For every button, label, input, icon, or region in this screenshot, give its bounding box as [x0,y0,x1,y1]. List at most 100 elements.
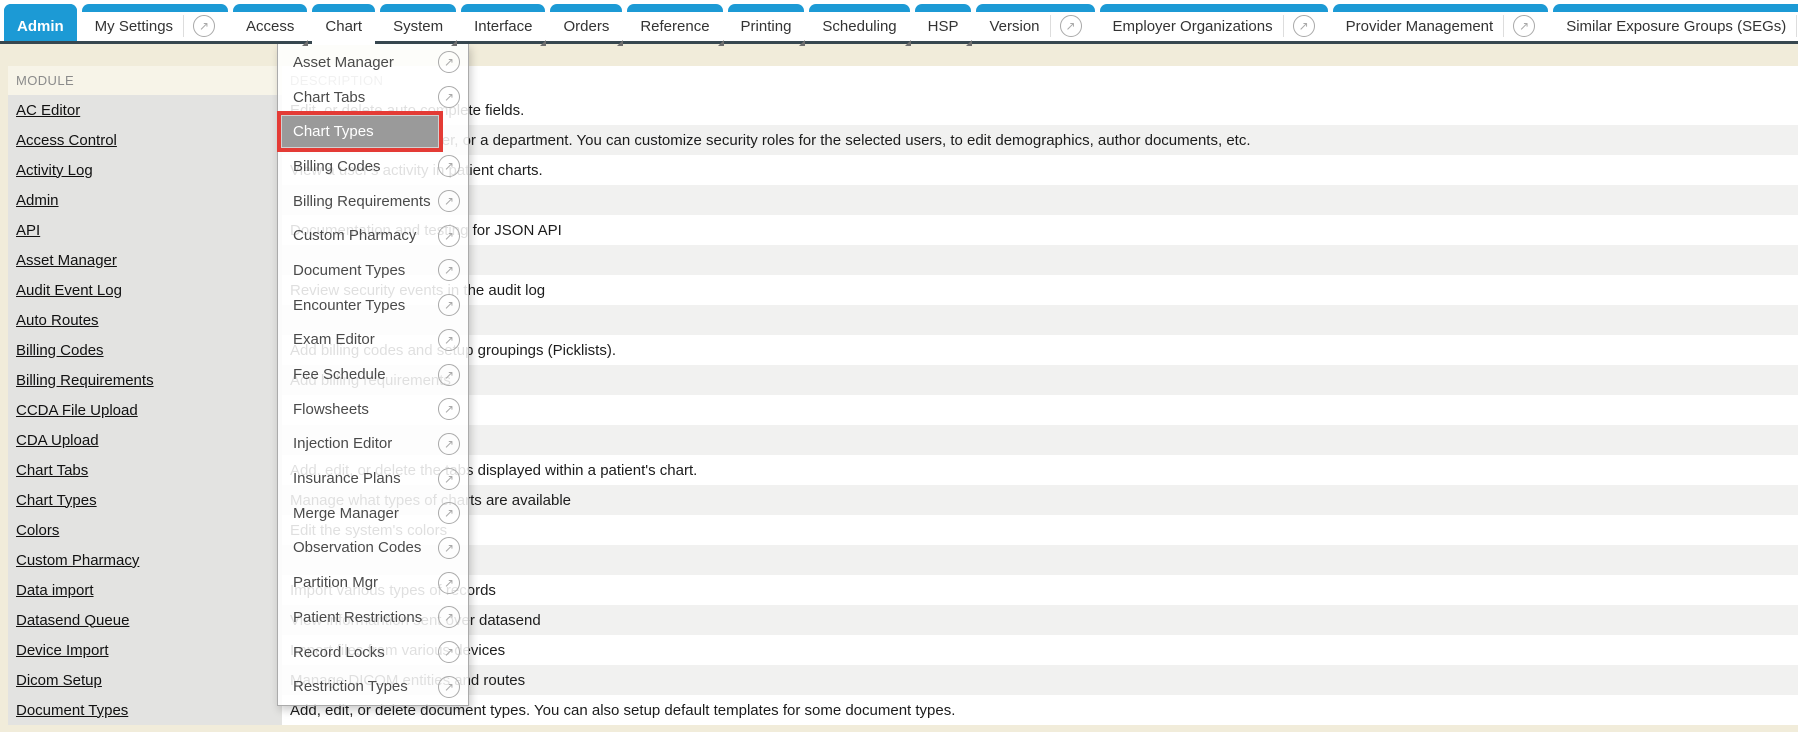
module-link-activity-log[interactable]: Activity Log [16,162,93,179]
module-link-datasend-queue[interactable]: Datasend Queue [16,612,129,629]
arrow-up-right-circle-icon[interactable]: ↗ [438,329,460,351]
module-link-ac-editor[interactable]: AC Editor [16,102,80,119]
arrow-up-right-circle-icon[interactable]: ↗ [438,641,460,663]
module-link-data-import[interactable]: Data import [16,582,94,599]
tab-label: Chart [325,18,362,35]
module-link-chart-types[interactable]: Chart Types [16,492,97,509]
arrow-up-right-circle-icon[interactable]: ↗ [1293,15,1315,37]
menu-item-custom-pharmacy[interactable]: Custom Pharmacy ↗ [278,218,468,253]
module-description: Add billing requirements [282,365,1798,395]
module-link-api[interactable]: API [16,222,40,239]
arrow-up-right-circle-icon[interactable]: ↗ [438,51,460,73]
module-description: View a user's activity in patient charts… [282,155,1798,185]
tab-icon-separator: ↗ [1503,15,1535,37]
arrow-up-right-circle-icon[interactable]: ↗ [438,433,460,455]
menu-item-label: Document Types [293,262,405,279]
tab-provider-management[interactable]: Provider Management ↗ [1333,4,1549,41]
arrow-up-right-circle-icon[interactable]: ↗ [438,86,460,108]
menu-item-chart-types[interactable]: Chart Types↗ [278,114,468,149]
module-link-billing-requirements[interactable]: Billing Requirements [16,372,154,389]
menu-item-exam-editor[interactable]: Exam Editor↗ [278,323,468,358]
menu-item-billing-codes[interactable]: Billing Codes↗ [278,149,468,184]
menu-item-observation-codes[interactable]: Observation Codes↗ [278,531,468,566]
module-link-billing-codes[interactable]: Billing Codes [16,342,104,359]
menu-item-label: Billing Requirements [293,193,431,210]
tab-scheduling[interactable]: Scheduling [809,4,909,41]
dropdown-notch-icon [451,40,457,46]
tab-access[interactable]: Access [233,4,307,41]
tab-admin[interactable]: Admin [4,4,77,41]
menu-item-partition-mgr[interactable]: Partition Mgr↗ [278,565,468,600]
menu-item-flowsheets[interactable]: Flowsheets↗ [278,392,468,427]
arrow-up-right-circle-icon[interactable]: ↗ [438,364,460,386]
module-link-admin[interactable]: Admin [16,192,59,209]
menu-item-label: Fee Schedule [293,366,386,383]
arrow-up-right-circle-icon[interactable]: ↗ [193,15,215,37]
menu-item-encounter-types[interactable]: Encounter Types↗ [278,288,468,323]
module-link-document-types[interactable]: Document Types [16,702,128,719]
arrow-up-right-circle-icon[interactable]: ↗ [438,155,460,177]
tab-printing[interactable]: Printing [728,4,805,41]
tab-hsp[interactable]: HSP [915,4,972,41]
tab-reference[interactable]: Reference [627,4,722,41]
dropdown-notch-icon [617,40,623,46]
tab-chart[interactable]: Chart [312,4,375,41]
module-link-cda-upload[interactable]: CDA Upload [16,432,99,449]
arrow-up-right-circle-icon[interactable]: ↗ [1513,15,1535,37]
tab-my-settings[interactable]: My Settings↗ [82,4,228,41]
arrow-up-right-circle-icon[interactable]: ↗ [438,259,460,281]
module-cell: Billing Requirements [8,365,282,395]
module-link-custom-pharmacy[interactable]: Custom Pharmacy [16,552,139,569]
module-link-ccda-file-upload[interactable]: CCDA File Upload [16,402,138,419]
arrow-up-right-circle-icon[interactable]: ↗ [438,190,460,212]
module-link-auto-routes[interactable]: Auto Routes [16,312,99,329]
tab-label: Access [246,18,294,35]
menu-item-chart-tabs[interactable]: Chart Tabs↗ [278,80,468,115]
tab-label: Version [989,18,1039,35]
module-cell: Data import [8,575,282,605]
arrow-up-right-circle-icon[interactable]: ↗ [438,468,460,490]
menu-item-fee-schedule[interactable]: Fee Schedule ↗ [278,357,468,392]
tab-icon-separator: ↗ [1283,15,1315,37]
module-link-colors[interactable]: Colors [16,522,59,539]
module-description: Select security for a user, or a departm… [282,125,1798,155]
menu-item-record-locks[interactable]: Record Locks↗ [278,635,468,670]
menu-item-label: Custom Pharmacy [293,227,416,244]
module-cell: AC Editor [8,95,282,125]
menu-item-document-types[interactable]: Document Types ↗ [278,253,468,288]
arrow-up-right-circle-icon[interactable]: ↗ [438,294,460,316]
menu-item-patient-restrictions[interactable]: Patient Restrictions↗ [278,600,468,635]
arrow-up-right-circle-icon[interactable]: ↗ [438,676,460,698]
module-link-chart-tabs[interactable]: Chart Tabs [16,462,88,479]
arrow-up-right-circle-icon[interactable]: ↗ [1060,15,1082,37]
module-link-device-import[interactable]: Device Import [16,642,109,659]
menu-item-asset-manager[interactable]: Asset Manager↗ [278,45,468,80]
menu-item-injection-editor[interactable]: Injection Editor↗ [278,427,468,462]
menu-item-restriction-types[interactable]: Restriction Types↗ [278,669,468,704]
arrow-up-right-circle-icon[interactable]: ↗ [438,572,460,594]
module-cell: Custom Pharmacy [8,545,282,575]
tab-system[interactable]: System [380,4,456,41]
tab-interface[interactable]: Interface [461,4,545,41]
module-cell: Asset Manager [8,245,282,275]
arrow-up-right-circle-icon[interactable]: ↗ [438,398,460,420]
module-link-dicom-setup[interactable]: Dicom Setup [16,672,102,689]
tab-version[interactable]: Version ↗ [976,4,1094,41]
arrow-up-right-circle-icon[interactable]: ↗ [438,225,460,247]
arrow-up-right-circle-icon[interactable]: ↗ [438,537,460,559]
arrow-up-right-circle-icon[interactable]: ↗ [438,502,460,524]
module-link-asset-manager[interactable]: Asset Manager [16,252,117,269]
tab-label: Provider Management [1346,18,1494,35]
tab-employer-organizations[interactable]: Employer Organizations↗ [1100,4,1328,41]
tab-orders[interactable]: Orders [550,4,622,41]
tab-label: Printing [741,18,792,35]
module-cell: Device Import [8,635,282,665]
module-link-access-control[interactable]: Access Control [16,132,117,149]
dropdown-notch-icon [799,40,805,46]
menu-item-billing-requirements[interactable]: Billing Requirements ↗ [278,184,468,219]
tab-similar-exposure-groups-segs[interactable]: Similar Exposure Groups (SEGs)↗ [1553,4,1798,41]
menu-item-merge-manager[interactable]: Merge Manager↗ [278,496,468,531]
arrow-up-right-circle-icon[interactable]: ↗ [438,606,460,628]
module-link-audit-event-log[interactable]: Audit Event Log [16,282,122,299]
menu-item-insurance-plans[interactable]: Insurance Plans↗ [278,461,468,496]
